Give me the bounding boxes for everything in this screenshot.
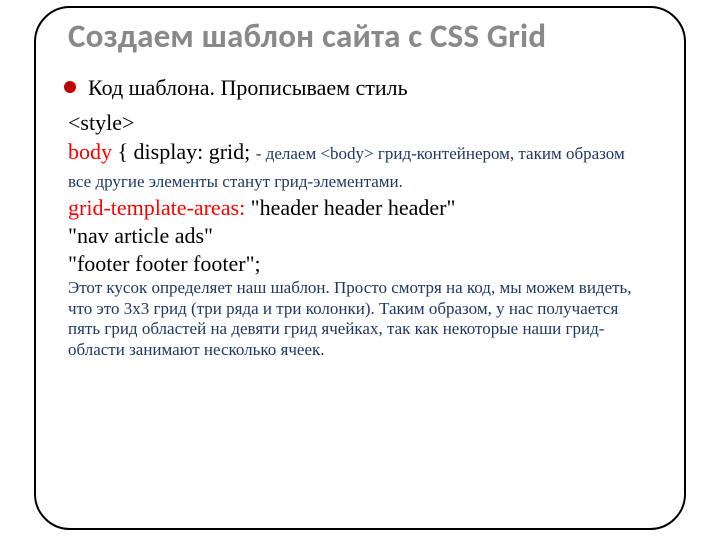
- bullet-text: Код шаблона. Прописываем стиль: [88, 74, 408, 102]
- code-text: "header header header": [245, 195, 455, 220]
- code-line-gta-1: grid-template-areas: "header header head…: [68, 194, 652, 222]
- keyword-gta: grid-template-areas:: [68, 195, 245, 220]
- slide-title: Создаем шаблон сайта с CSS Grid: [68, 18, 652, 56]
- code-line-body: body { display: grid; - делаем <body> гр…: [68, 138, 652, 194]
- note-2: Этот кусок определяет наш шаблон. Просто…: [68, 278, 652, 360]
- code-block: <style> body { display: grid; - делаем <…: [68, 109, 652, 360]
- code-text: { display: grid;: [112, 139, 256, 164]
- bullet-icon: [64, 81, 76, 93]
- keyword-body: body: [68, 139, 112, 164]
- slide-frame: Создаем шаблон сайта с CSS Grid Код шабл…: [34, 6, 686, 530]
- code-line-gta-2: "nav article ads": [68, 222, 652, 250]
- code-line-gta-3: "footer footer footer";: [68, 250, 652, 278]
- code-line-style: <style>: [68, 109, 652, 137]
- bullet-item: Код шаблона. Прописываем стиль: [64, 74, 652, 102]
